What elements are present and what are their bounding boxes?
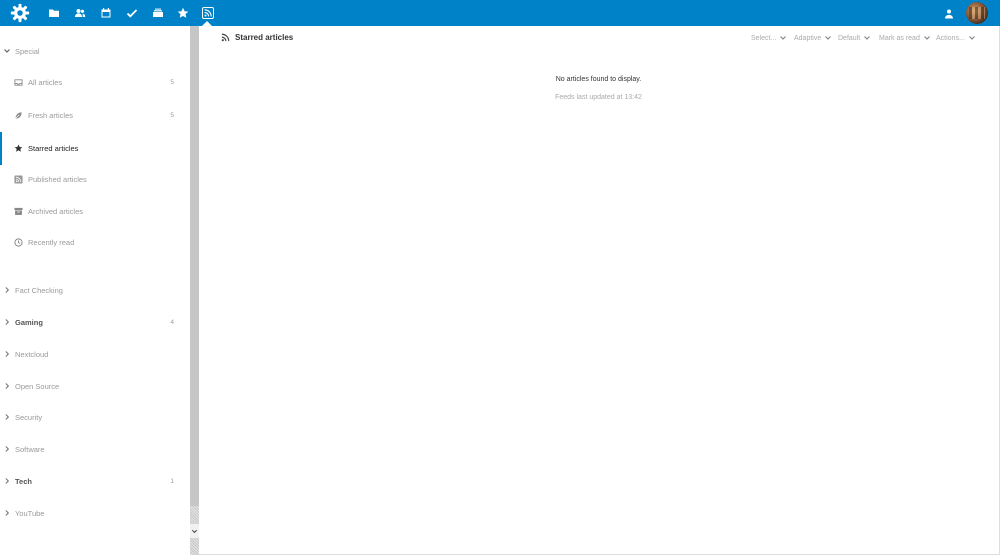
deck-icon[interactable] — [149, 4, 167, 22]
view-mode-dropdown[interactable]: Adaptive — [794, 34, 832, 42]
sidebar-category-open-source[interactable]: Open Source — [0, 371, 190, 401]
contacts-icon[interactable] — [71, 4, 89, 22]
sidebar: Special All articles 5 Fresh articles 5 … — [0, 26, 190, 555]
notifications-icon[interactable] — [942, 7, 956, 21]
sidebar-section-special[interactable]: Special — [0, 36, 190, 66]
select-dropdown-label: Select... — [751, 34, 777, 42]
select-dropdown[interactable]: Select... — [751, 34, 787, 42]
sidebar-category-nextcloud[interactable]: Nextcloud — [0, 339, 190, 369]
sidebar-category-label: Tech — [15, 476, 32, 486]
actions-label: Actions... — [936, 34, 965, 42]
empty-state-message: No articles found to display. — [555, 76, 642, 83]
order-label: Default — [838, 34, 861, 42]
sidebar-category-gaming[interactable]: Gaming 4 — [0, 307, 190, 337]
sidebar-category-youtube[interactable]: YouTube — [0, 498, 190, 528]
sidebar-item-label: Fresh articles — [28, 110, 74, 120]
unread-count: 5 — [170, 78, 174, 86]
sidebar-item-label: Starred articles — [28, 144, 79, 153]
sidebar-item-label: All articles — [28, 77, 63, 87]
page-title: Starred articles — [235, 33, 294, 42]
feed-title-row: Starred articles — [221, 33, 293, 42]
clock-icon — [14, 237, 23, 247]
chevron-right-icon[interactable] — [3, 318, 11, 326]
user-avatar[interactable] — [966, 2, 988, 24]
chevron-down-icon — [864, 36, 871, 40]
sidebar-item-label: Archived articles — [28, 206, 84, 216]
sidebar-item-recently-read[interactable]: Recently read — [0, 227, 190, 257]
unread-count: 5 — [170, 111, 174, 119]
sidebar-category-security[interactable]: Security — [0, 402, 190, 432]
sidebar-item-fresh-articles[interactable]: Fresh articles 5 — [0, 100, 190, 130]
star-icon[interactable] — [174, 4, 192, 22]
order-dropdown[interactable]: Default — [838, 34, 871, 42]
rss-icon[interactable] — [199, 4, 217, 22]
last-updated-text: Feeds last updated at 13:42 — [555, 94, 642, 101]
chevron-down-icon — [780, 36, 787, 40]
star-icon — [14, 144, 23, 152]
chevron-right-icon[interactable] — [3, 509, 11, 517]
chevron-right-icon[interactable] — [3, 382, 11, 390]
sidebar-category-label: Software — [15, 444, 45, 454]
actions-dropdown[interactable]: Actions... — [936, 34, 976, 42]
mark-as-read-label: Mark as read — [879, 34, 920, 42]
top-header — [0, 0, 1000, 26]
sidebar-item-archived-articles[interactable]: Archived articles — [0, 196, 190, 226]
view-mode-label: Adaptive — [794, 34, 822, 42]
sidebar-category-fact-checking[interactable]: Fact Checking — [0, 275, 190, 305]
chevron-down-icon[interactable] — [3, 47, 11, 55]
calendar-icon[interactable] — [97, 4, 115, 22]
leaf-icon — [15, 111, 22, 119]
unread-count: 1 — [170, 477, 174, 485]
checkmark-icon[interactable] — [123, 4, 141, 22]
chevron-down-icon — [825, 36, 832, 40]
sidebar-item-published-articles[interactable]: Published articles — [0, 164, 190, 194]
sidebar-category-label: Security — [15, 412, 43, 422]
sidebar-category-software[interactable]: Software — [0, 434, 190, 464]
sidebar-category-label: Gaming — [15, 317, 43, 327]
inbox-icon — [14, 78, 23, 86]
mark-as-read-dropdown[interactable]: Mark as read — [879, 34, 931, 42]
sidebar-category-label: YouTube — [15, 508, 45, 518]
sidebar-category-tech[interactable]: Tech 1 — [0, 466, 190, 496]
sidebar-item-label: Recently read — [28, 237, 75, 247]
chevron-right-icon[interactable] — [3, 477, 11, 485]
unread-count: 4 — [170, 318, 174, 326]
chevron-down-icon — [968, 36, 975, 40]
rss-icon — [221, 33, 230, 42]
sidebar-category-label: Nextcloud — [15, 349, 49, 359]
folder-icon[interactable] — [45, 4, 63, 22]
sidebar-item-all-articles[interactable]: All articles 5 — [0, 67, 190, 97]
rss-icon — [14, 174, 23, 184]
chevron-right-icon[interactable] — [3, 350, 11, 358]
chevron-right-icon[interactable] — [3, 445, 11, 453]
sidebar-section-label: Special — [15, 46, 40, 56]
sidebar-item-label: Published articles — [28, 174, 87, 184]
nextcloud-logo-icon[interactable] — [9, 2, 31, 24]
archive-icon — [14, 207, 23, 215]
chevron-down-icon — [923, 36, 930, 40]
sidebar-category-label: Open Source — [15, 381, 60, 391]
chevron-right-icon[interactable] — [3, 413, 11, 421]
sidebar-category-label: Fact Checking — [15, 285, 63, 295]
sidebar-scrollbar-thumb[interactable] — [190, 26, 199, 506]
chevron-right-icon[interactable] — [3, 286, 11, 294]
scroll-down-button[interactable] — [190, 524, 199, 538]
sidebar-item-starred-articles[interactable]: Starred articles — [0, 132, 190, 165]
main-content: Starred articles Select... Adaptive Defa… — [199, 26, 1000, 555]
chevron-down-icon — [191, 529, 198, 533]
